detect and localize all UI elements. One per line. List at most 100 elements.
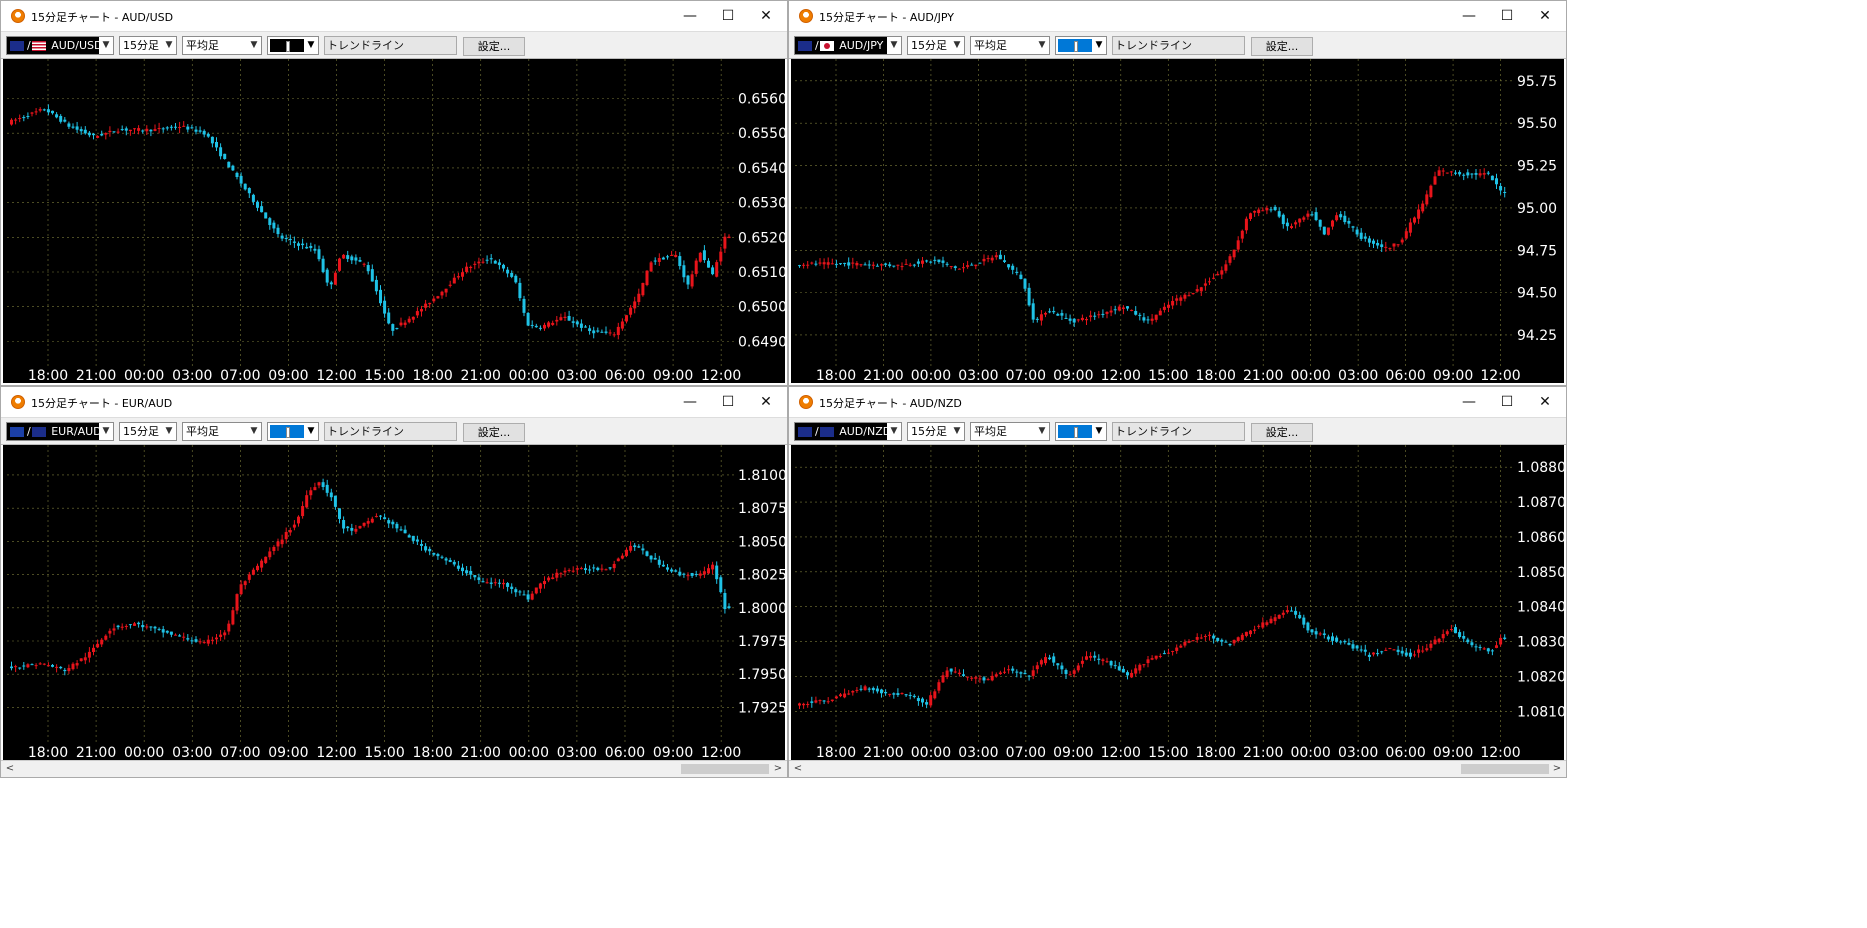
- candle-body: [711, 564, 715, 570]
- candle-body: [1015, 671, 1019, 673]
- candle-body: [137, 622, 141, 625]
- candle-body: [1355, 645, 1359, 649]
- scroll-thumb[interactable]: [1461, 764, 1549, 774]
- candle-body: [292, 241, 296, 243]
- candle-body: [75, 663, 79, 666]
- horizontal-scrollbar[interactable]: < >: [789, 760, 1566, 777]
- candle-body: [547, 577, 551, 581]
- title-bar[interactable]: 15分足チャート - EUR/AUD — ☐ ✕: [1, 387, 787, 417]
- timeframe-select[interactable]: 15分足 ▼: [907, 422, 965, 441]
- line-color-select[interactable]: ▼: [267, 36, 319, 55]
- scroll-right-icon[interactable]: >: [1550, 762, 1564, 776]
- candle-body: [288, 238, 292, 240]
- settings-button[interactable]: 設定...: [463, 37, 525, 56]
- scroll-right-icon[interactable]: >: [771, 762, 785, 776]
- line-color-select[interactable]: ▼: [1055, 36, 1107, 55]
- pair-select[interactable]: / AUD/JPY ▼: [794, 36, 902, 55]
- timeframe-select[interactable]: 15分足 ▼: [119, 36, 177, 55]
- maximize-icon[interactable]: ☐: [1490, 391, 1524, 413]
- pair-select[interactable]: / AUD/NZD ▼: [794, 422, 902, 441]
- candle-body: [428, 302, 432, 305]
- scroll-left-icon[interactable]: <: [791, 762, 805, 776]
- horizontal-scrollbar[interactable]: < >: [1, 760, 787, 777]
- price-chart[interactable]: 0.6560 0.6550 0.6540 0.6530 0.6520 0.6510 0.65…: [3, 59, 785, 383]
- close-icon[interactable]: ✕: [749, 5, 783, 27]
- scroll-left-icon[interactable]: <: [3, 762, 17, 776]
- trendline-field[interactable]: トレンドライン: [1112, 36, 1245, 55]
- candle-body: [1331, 220, 1334, 227]
- maximize-icon[interactable]: ☐: [1490, 5, 1524, 27]
- scroll-thumb[interactable]: [681, 764, 769, 774]
- candle-body: [51, 110, 54, 114]
- candle-body: [1257, 625, 1261, 627]
- candle-body: [46, 109, 50, 113]
- trendline-field[interactable]: トレンドライン: [1112, 422, 1245, 441]
- candle-body: [629, 307, 633, 315]
- candle-body: [1441, 170, 1445, 172]
- pair-select[interactable]: / AUD/USD ▼: [6, 36, 114, 55]
- candle-body: [1150, 658, 1154, 660]
- candle-body: [1154, 314, 1158, 320]
- y-tick-label: 1.0850: [1517, 565, 1564, 581]
- candle-body: [1048, 311, 1052, 313]
- minimize-icon[interactable]: —: [673, 391, 707, 413]
- chart-style-select[interactable]: 平均足 ▼: [182, 422, 262, 441]
- candle-body: [452, 561, 456, 565]
- title-bar[interactable]: 15分足チャート - AUD/JPY — ☐ ✕: [789, 1, 1566, 31]
- timeframe-select[interactable]: 15分足 ▼: [119, 422, 177, 441]
- candle-body: [575, 321, 579, 325]
- timeframe-select[interactable]: 15分足 ▼: [907, 36, 965, 55]
- candle-body: [1486, 172, 1490, 174]
- candle-body: [1417, 649, 1421, 653]
- minimize-icon[interactable]: —: [673, 5, 707, 27]
- chart-style-select[interactable]: 平均足 ▼: [970, 36, 1050, 55]
- maximize-icon[interactable]: ☐: [711, 5, 745, 27]
- line-color-select[interactable]: ▼: [267, 422, 319, 441]
- candle-body: [661, 257, 665, 260]
- candle-body: [1232, 249, 1236, 258]
- title-bar[interactable]: 15分足チャート - AUD/NZD — ☐ ✕: [789, 387, 1566, 417]
- close-icon[interactable]: ✕: [1528, 5, 1562, 27]
- chart-style-select[interactable]: 平均足 ▼: [182, 36, 262, 55]
- close-icon[interactable]: ✕: [749, 391, 783, 413]
- candle-body: [1384, 649, 1388, 651]
- settings-button[interactable]: 設定...: [1251, 423, 1313, 442]
- candle-body: [798, 703, 801, 706]
- close-icon[interactable]: ✕: [1528, 391, 1562, 413]
- price-chart[interactable]: 1.0880 1.0870 1.0860 1.0850 1.0840 1.0830 1.08…: [791, 445, 1564, 760]
- trendline-field[interactable]: トレンドライン: [324, 36, 457, 55]
- candle-body: [690, 572, 694, 576]
- candle-body: [1474, 646, 1478, 648]
- candle-body: [830, 699, 834, 701]
- candle-body: [604, 569, 608, 571]
- candle-body: [1347, 220, 1351, 224]
- candle-body: [420, 309, 423, 312]
- settings-button[interactable]: 設定...: [1251, 37, 1313, 56]
- candle-body: [96, 135, 100, 138]
- title-bar[interactable]: 15分足チャート - AUD/USD — ☐ ✕: [1, 1, 787, 31]
- candle-body: [682, 573, 686, 575]
- candle-body: [1310, 214, 1314, 216]
- chevron-down-icon: ▼: [165, 40, 173, 50]
- candle-body: [424, 303, 428, 308]
- pair-select[interactable]: / EUR/AUD ▼: [6, 422, 114, 441]
- maximize-icon[interactable]: ☐: [711, 391, 745, 413]
- candle-body: [916, 261, 920, 264]
- y-tick-label: 1.8075: [738, 501, 785, 517]
- candle-body: [571, 321, 575, 323]
- candle-body: [1490, 650, 1494, 652]
- price-chart[interactable]: 1.8100 1.8075 1.8050 1.8025 1.8000 1.7975 1.79…: [3, 445, 785, 760]
- candle-body: [830, 263, 834, 265]
- settings-button[interactable]: 設定...: [463, 423, 525, 442]
- price-chart[interactable]: 95.75 95.50 95.25 95.00 94.75 94.50 94.25 18:00…: [791, 59, 1564, 383]
- trendline-field[interactable]: トレンドライン: [324, 422, 457, 441]
- minimize-icon[interactable]: —: [1452, 391, 1486, 413]
- chart-style-select[interactable]: 平均足 ▼: [970, 422, 1050, 441]
- chart-toolbar: / AUD/JPY ▼ 15分足 ▼ 平均足 ▼ ▼ トレンドライン 設定...: [789, 31, 1566, 59]
- candle-body: [350, 527, 354, 531]
- candle-body: [826, 701, 830, 703]
- line-color-select[interactable]: ▼: [1055, 422, 1107, 441]
- minimize-icon[interactable]: —: [1452, 5, 1486, 27]
- x-tick-label: 03:00: [557, 368, 597, 383]
- candle-body: [719, 251, 723, 262]
